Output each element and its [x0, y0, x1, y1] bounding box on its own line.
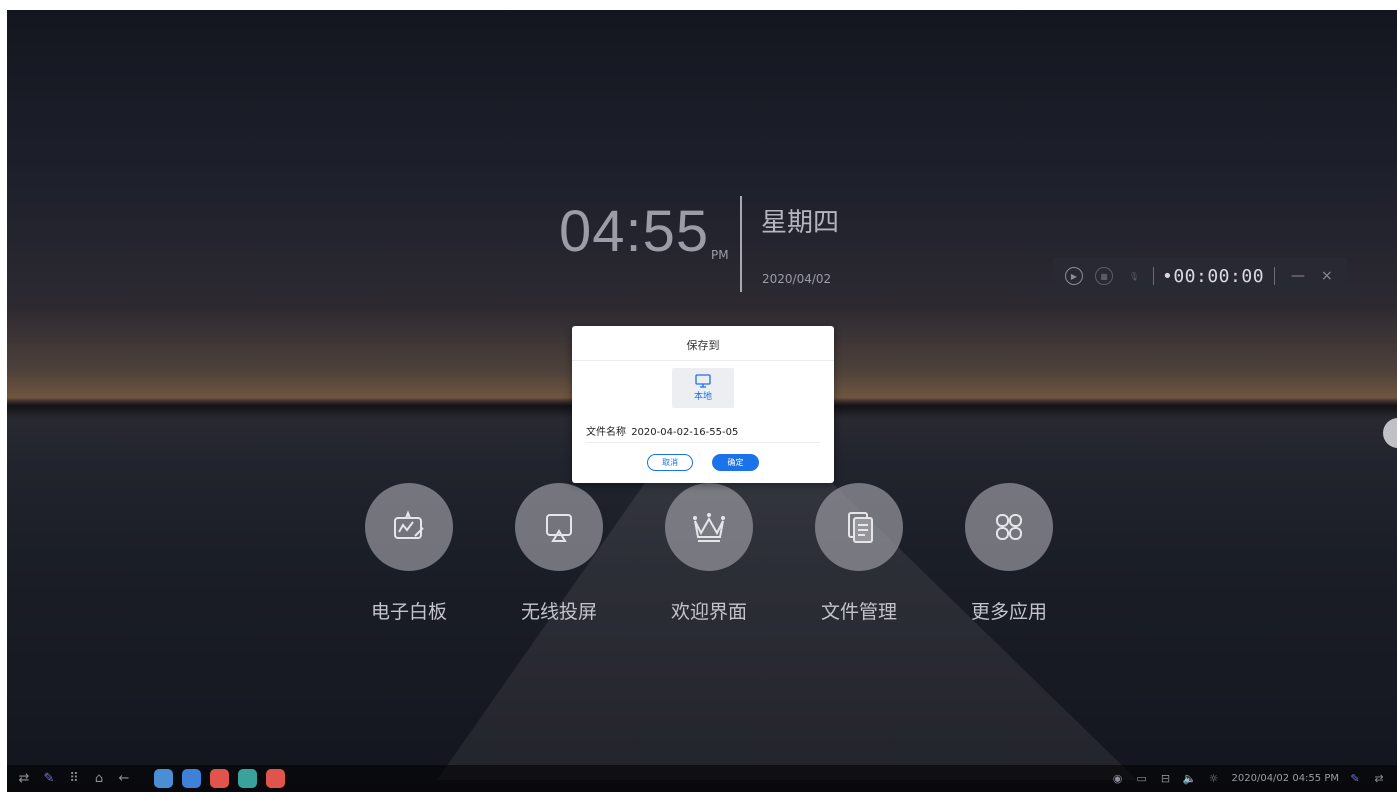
clock-divider: [740, 196, 742, 292]
file-manager-icon: [815, 483, 903, 571]
tray-datetime: 2020/04/02 04:55 PM: [1231, 773, 1339, 784]
volume-icon[interactable]: 🔈: [1182, 772, 1198, 785]
recorder-divider: [1274, 267, 1276, 285]
monitor-icon[interactable]: ▭: [1134, 772, 1150, 785]
app-more[interactable]: 更多应用: [964, 483, 1054, 624]
brightness-icon[interactable]: ☼: [1206, 772, 1222, 785]
switch-arrows-icon[interactable]: ⇄: [1371, 772, 1387, 785]
record-icon[interactable]: ◉: [1110, 772, 1126, 785]
taskbar-app-4[interactable]: [238, 769, 257, 788]
taskbar-app-3[interactable]: [210, 769, 229, 788]
screen-recorder-bar: ▶ ■ 🎙 •00:00:00 — ×: [1053, 258, 1347, 294]
pen-icon[interactable]: ✎: [41, 771, 57, 786]
apps-grid-icon: [965, 483, 1053, 571]
recorder-divider: [1153, 267, 1154, 285]
ok-button[interactable]: 确定: [712, 454, 759, 471]
mic-off-icon[interactable]: 🎙: [1125, 267, 1143, 285]
recorder-minimize-button[interactable]: —: [1291, 268, 1305, 284]
app-label: 欢迎界面: [670, 601, 747, 623]
app-screencast[interactable]: 无线投屏: [514, 483, 604, 624]
recorder-timer: •00:00:00: [1162, 265, 1265, 287]
crown-icon: [665, 483, 753, 571]
cancel-button[interactable]: 取消: [647, 454, 693, 471]
screencast-icon: [515, 483, 603, 571]
save-to-dialog: 保存到 本地 文件名称 2020-04-02-16-55-05 取消 确定: [572, 326, 834, 483]
back-arrow-icon[interactable]: ←: [116, 771, 132, 786]
app-welcome[interactable]: 欢迎界面: [664, 483, 754, 624]
clock-weekday: 星期四: [761, 208, 840, 238]
taskbar-app-2[interactable]: [182, 769, 201, 788]
clock-widget: 04:55 PM: [559, 198, 729, 265]
dialog-divider: [572, 360, 834, 361]
clock-date: 2020/04/02: [762, 272, 832, 286]
storage-option-local[interactable]: 本地: [672, 368, 734, 408]
filename-value[interactable]: 2020-04-02-16-55-05: [631, 427, 738, 438]
recorder-close-button[interactable]: ×: [1321, 268, 1333, 284]
app-whiteboard[interactable]: 电子白板: [364, 483, 454, 624]
play-circle-icon[interactable]: ▶: [1065, 267, 1083, 285]
system-tray: ◉ ▭ ⊟ 🔈 ☼ 2020/04/02 04:55 PM ✎ ⇄: [1102, 765, 1387, 792]
apps-grid-icon[interactable]: ⠿: [66, 771, 82, 786]
pen-icon[interactable]: ✎: [1347, 772, 1363, 785]
storage-option-label: 本地: [693, 392, 712, 402]
stop-circle-icon[interactable]: ■: [1095, 267, 1113, 285]
clock-time: 04:55: [559, 199, 710, 264]
taskbar-app-5[interactable]: [266, 769, 285, 788]
app-label: 更多应用: [970, 601, 1047, 623]
dialog-title: 保存到: [686, 339, 720, 352]
app-label: 无线投屏: [520, 601, 597, 623]
app-label: 文件管理: [820, 601, 897, 623]
desktop-background: 04:55 PM 星期四 2020/04/02 ▶ ■ 🎙 •00:00:00 …: [7, 10, 1397, 792]
input-source-icon[interactable]: ⊟: [1158, 772, 1174, 785]
taskbar: ⇄ ✎ ⠿ ⌂ ← ◉ ▭ ⊟ 🔈 ☼ 2020/04/02 04:55 PM …: [7, 765, 1397, 792]
app-label: 电子白板: [370, 601, 447, 623]
taskbar-app-1[interactable]: [154, 769, 173, 788]
app-file-manager[interactable]: 文件管理: [814, 483, 904, 624]
switch-arrows-icon[interactable]: ⇄: [16, 771, 32, 786]
whiteboard-icon: [365, 483, 453, 571]
home-icon[interactable]: ⌂: [91, 771, 107, 786]
clock-ampm: PM: [711, 248, 729, 262]
filename-field[interactable]: 文件名称 2020-04-02-16-55-05: [586, 423, 820, 443]
filename-label: 文件名称: [586, 427, 626, 438]
monitor-icon: [695, 374, 711, 388]
